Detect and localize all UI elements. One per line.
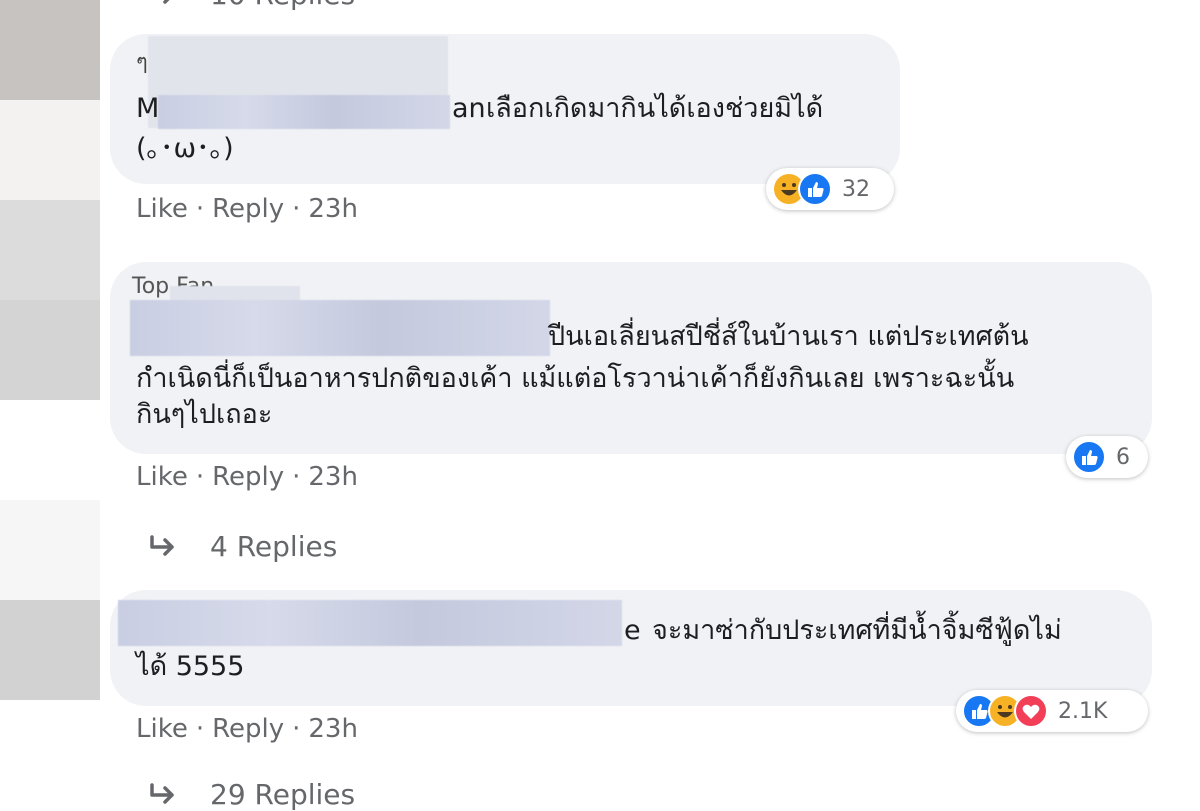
separator: · bbox=[292, 194, 301, 224]
redacted-name bbox=[158, 95, 450, 129]
reply-arrow-icon bbox=[150, 782, 174, 804]
separator: · bbox=[195, 714, 205, 744]
like-icon bbox=[1072, 440, 1106, 474]
redacted-name bbox=[130, 300, 550, 356]
reply-arrow-icon bbox=[163, 0, 169, 4]
avatar-placeholder bbox=[0, 500, 100, 600]
replies-link[interactable]: 4 Replies bbox=[150, 530, 337, 563]
comment-actions: Like · Reply · 23h bbox=[136, 194, 358, 224]
like-button[interactable]: Like bbox=[136, 194, 188, 224]
like-icon bbox=[798, 172, 832, 206]
reply-button[interactable]: Reply bbox=[212, 194, 284, 224]
avatar-placeholder bbox=[0, 600, 100, 700]
timestamp[interactable]: 23h bbox=[308, 714, 358, 744]
author-name-start[interactable]: M bbox=[136, 90, 159, 128]
author-badge: ๆ bbox=[136, 50, 148, 75]
author-name-end[interactable]: e bbox=[624, 612, 641, 650]
comment-actions: Like · Reply · 23h bbox=[136, 462, 358, 492]
comment-text: (｡･ω･｡) bbox=[136, 133, 234, 164]
redacted-name bbox=[118, 600, 622, 646]
comment-text: ได้ 5555 bbox=[136, 651, 245, 682]
separator: · bbox=[292, 714, 301, 744]
comment-text: กินๆไปเถอะ bbox=[136, 399, 273, 430]
like-button[interactable]: Like bbox=[136, 714, 188, 744]
avatar-placeholder bbox=[0, 200, 100, 300]
reaction-count: 6 bbox=[1116, 444, 1130, 470]
reaction-count: 32 bbox=[842, 176, 870, 202]
like-button[interactable]: Like bbox=[136, 462, 188, 492]
replies-label: 10 Replies bbox=[210, 0, 355, 11]
timestamp[interactable]: 23h bbox=[308, 194, 358, 224]
reply-arrow-icon bbox=[150, 534, 174, 556]
timestamp[interactable]: 23h bbox=[308, 462, 358, 492]
reaction-summary[interactable]: 6 bbox=[1066, 436, 1148, 478]
reply-button[interactable]: Reply bbox=[212, 462, 284, 492]
author-name-end[interactable]: an bbox=[452, 90, 486, 128]
reply-button[interactable]: Reply bbox=[212, 714, 284, 744]
comment-text: จะมาซ่ากับประเทศที่มีน้ำจิ้มซีฟู้ดไม่ bbox=[652, 615, 1062, 646]
replies-link[interactable]: 29 Replies bbox=[150, 778, 355, 811]
reaction-count: 2.1K bbox=[1058, 698, 1108, 724]
replies-label: 29 Replies bbox=[210, 778, 356, 811]
separator: · bbox=[195, 462, 205, 492]
love-icon bbox=[1014, 694, 1048, 728]
avatar-placeholder bbox=[0, 300, 100, 400]
reaction-summary[interactable]: 32 bbox=[766, 168, 894, 210]
comment-actions: Like · Reply · 23h bbox=[136, 714, 358, 744]
separator: · bbox=[195, 194, 205, 224]
avatar-placeholder bbox=[0, 100, 100, 200]
comment-text: เลือกเกิดมากินได้เองช่วยมิได้ bbox=[486, 93, 824, 124]
comment-text: ปีนเอเลี่ยนสปีชี่ส์ในบ้านเรา แต่ประเทศต้… bbox=[548, 321, 1029, 352]
comment-text: กำเนิดนี่ก็เป็นอาหารปกติของเค้า แม้แต่อโ… bbox=[136, 363, 1015, 394]
separator: · bbox=[292, 462, 301, 492]
avatar-placeholder bbox=[0, 0, 100, 100]
replies-link[interactable]: 10 Replies bbox=[150, 0, 355, 11]
replies-label: 4 Replies bbox=[210, 530, 338, 563]
reaction-summary[interactable]: 2.1K bbox=[956, 690, 1148, 732]
